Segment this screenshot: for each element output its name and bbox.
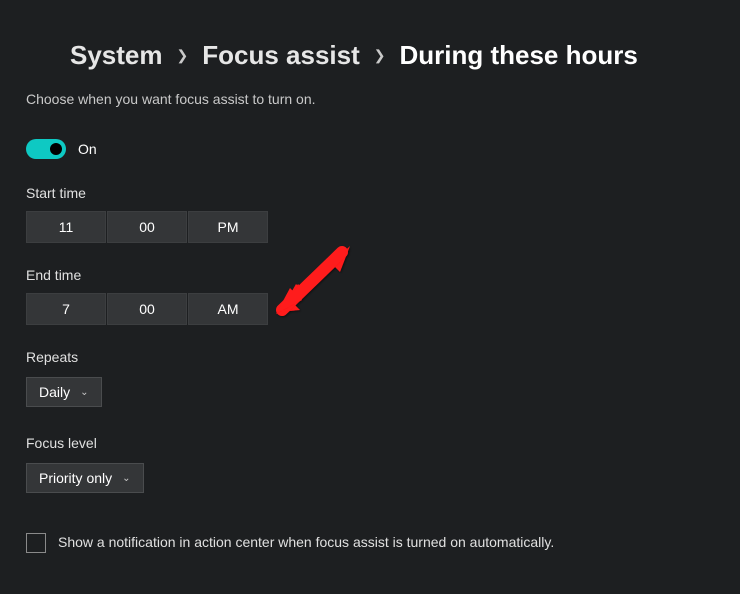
chevron-right-icon: ❯ [177,47,189,64]
enable-toggle[interactable] [26,139,66,159]
breadcrumb-focus-assist[interactable]: Focus assist [202,40,360,71]
toggle-state-label: On [78,141,97,157]
start-minute[interactable]: 00 [107,211,187,243]
start-time-label: Start time [26,185,714,201]
repeats-label: Repeats [26,349,714,365]
breadcrumb-system[interactable]: System [70,40,163,71]
focus-level-label: Focus level [26,435,714,451]
focus-level-value: Priority only [39,470,112,486]
chevron-down-icon: ⌄ [80,387,88,398]
focus-level-select[interactable]: Priority only ⌄ [26,463,144,493]
notification-checkbox-label: Show a notification in action center whe… [58,533,554,553]
chevron-down-icon: ⌄ [122,473,130,484]
end-minute[interactable]: 00 [107,293,187,325]
breadcrumb-current: During these hours [399,40,637,71]
end-time-label: End time [26,267,714,283]
start-hour[interactable]: 11 [26,211,106,243]
end-period[interactable]: AM [188,293,268,325]
notification-checkbox[interactable] [26,533,46,553]
repeats-value: Daily [39,384,70,400]
end-hour[interactable]: 7 [26,293,106,325]
chevron-right-icon: ❯ [374,47,386,64]
end-time-picker: 7 00 AM [26,293,714,325]
page-subtitle: Choose when you want focus assist to tur… [26,91,714,107]
toggle-knob [50,143,62,155]
repeats-select[interactable]: Daily ⌄ [26,377,102,407]
start-time-picker: 11 00 PM [26,211,714,243]
breadcrumb: System ❯ Focus assist ❯ During these hou… [70,40,714,71]
start-period[interactable]: PM [188,211,268,243]
